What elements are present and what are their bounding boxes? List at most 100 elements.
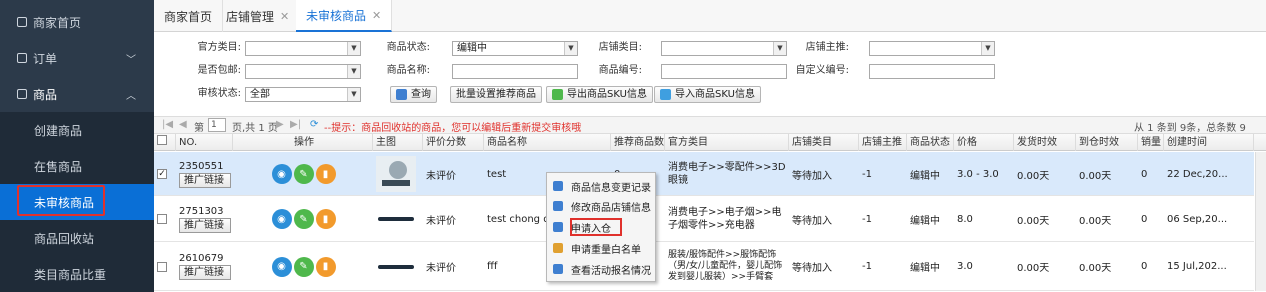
last-page-icon[interactable]: ▶| — [290, 119, 301, 130]
created-time: 15 Jul,202... — [1167, 261, 1227, 272]
button-label: 批量设置推荐商品 — [456, 89, 536, 100]
menu-item-edit-shop-info[interactable]: 修改商品店铺信息 — [547, 197, 655, 215]
official-category-select[interactable]: ▼ — [245, 41, 361, 56]
sidebar-item-create-goods[interactable]: 创建商品 — [0, 112, 154, 148]
official-category: 服装/服饰配件>>服饰配饰（男/女/儿童配件，婴儿配饰发到婴儿服装）>>手臂套 — [668, 250, 783, 282]
header-ops: 操作 — [233, 134, 373, 151]
row-checkbox[interactable]: ✓ — [157, 169, 167, 179]
goods-status-select[interactable]: 编辑中 ▼ — [452, 41, 578, 56]
created-time: 22 Dec,20... — [1167, 168, 1228, 180]
prev-page-icon[interactable]: ◀ — [179, 119, 187, 130]
sidebar-item-orders[interactable]: 订单 ﹀ — [0, 40, 154, 76]
page-total: 页,共 1 页 — [232, 123, 278, 134]
menu-item-label: 查看活动报名情况 — [571, 265, 651, 277]
header-price: 价格 — [954, 134, 1014, 151]
tab-merchant-home[interactable]: 商家首页 — [154, 0, 224, 32]
goods-no-input[interactable] — [661, 64, 787, 79]
batch-recommend-button[interactable]: 批量设置推荐商品 — [450, 86, 542, 103]
free-shipping-select[interactable]: ▼ — [245, 64, 361, 79]
edit-icon[interactable]: ✎ — [293, 256, 314, 277]
chevron-down-icon: ﹀ — [126, 54, 136, 66]
row-checkbox[interactable] — [157, 214, 167, 224]
score: 未评价 — [426, 263, 456, 274]
promo-link-button[interactable]: 推广链接 — [179, 172, 231, 188]
table-header: NO. 操作 主图 评价分数 商品名称 推荐商品数 官方类目 店铺类目 店铺主推… — [154, 134, 1266, 151]
table-row[interactable]: 2610679 推广链接 ◉ ✎ ▮ 未评价 fff 服装/服饰配件>>服饰配饰… — [154, 242, 1254, 291]
custom-no-label: 自定义编号: — [795, 65, 849, 76]
promo-link-button[interactable]: 推广链接 — [179, 265, 231, 280]
chevron-down-icon: ▼ — [347, 65, 360, 78]
vertical-scrollbar[interactable] — [1255, 152, 1266, 291]
sales: 0 — [1141, 213, 1148, 225]
sidebar-item-merchant-home[interactable]: 商家首页 — [0, 4, 154, 40]
sidebar-item-category-ratio[interactable]: 类目商品比重 — [0, 256, 154, 292]
header-checkbox-cell[interactable] — [154, 134, 176, 151]
menu-item-weight-whitelist[interactable]: 申请重量白名单 — [547, 239, 655, 257]
refresh-icon[interactable]: ⟳ — [310, 119, 318, 130]
tab-bar: 商家首页 店铺管理 ✕ 未审核商品 ✕ — [154, 0, 1266, 32]
whitelist-icon — [553, 243, 563, 253]
goods-no: 2610679 — [179, 253, 224, 264]
menu-item-change-log[interactable]: 商品信息变更记录 — [547, 177, 655, 195]
goods-status: 编辑中 — [910, 263, 940, 274]
edit-icon[interactable]: ✎ — [293, 164, 314, 184]
product-thumbnail — [378, 217, 414, 221]
shop-category-label: 店铺类目: — [598, 42, 642, 53]
select-all-checkbox[interactable] — [157, 135, 167, 145]
goods-no: 2350551 — [179, 160, 224, 172]
query-button[interactable]: 查询 — [390, 86, 437, 103]
promo-link-button[interactable]: 推广链接 — [179, 217, 231, 233]
pager: |◀ ◀ 第 1 页,共 1 页 ▶ ▶| ⟳ --提示：商品回收站的商品，您可… — [154, 116, 1266, 134]
sales: 0 — [1141, 261, 1148, 272]
tab-label: 商家首页 — [164, 9, 213, 24]
export-icon — [552, 89, 563, 100]
page-input[interactable]: 1 — [208, 118, 226, 132]
button-label: 查询 — [411, 89, 431, 100]
table-row[interactable]: ✓ 2350551 推广链接 ◉ ✎ ▮ 未评价 test 0 消费电子>>零配… — [154, 152, 1254, 196]
edit-icon[interactable]: ✎ — [293, 209, 314, 229]
export-sku-button[interactable]: 导出商品SKU信息 — [546, 86, 653, 103]
header-category: 官方类目 — [665, 134, 789, 151]
header-no: NO. — [176, 134, 233, 151]
chevron-down-icon: ▼ — [564, 42, 577, 55]
row-checkbox[interactable] — [157, 261, 167, 272]
custom-no-input[interactable] — [869, 64, 995, 79]
first-page-icon[interactable]: |◀ — [162, 119, 173, 130]
sidebar-item-recycle-bin[interactable]: 商品回收站 — [0, 220, 154, 256]
sidebar-item-on-sale[interactable]: 在售商品 — [0, 148, 154, 184]
view-icon[interactable]: ◉ — [271, 256, 292, 277]
delete-icon[interactable]: ▮ — [315, 256, 336, 277]
sales: 0 — [1141, 168, 1148, 180]
sidebar-item-label: 订单 — [33, 51, 58, 66]
review-status-select[interactable]: 全部 ▼ — [245, 87, 361, 102]
view-icon[interactable]: ◉ — [271, 164, 292, 184]
delete-icon[interactable]: ▮ — [315, 209, 336, 229]
table-row[interactable]: 2751303 推广链接 ◉ ✎ ▮ 未评价 test chong dian 消… — [154, 196, 1254, 242]
shop-recommend-select[interactable]: ▼ — [869, 41, 995, 56]
chevron-up-icon: ︿ — [126, 90, 136, 102]
header-arrive: 到仓时效 — [1076, 134, 1138, 151]
tab-label: 店铺管理 — [226, 9, 275, 24]
shop-category-select[interactable]: ▼ — [661, 41, 787, 56]
close-icon[interactable]: ✕ — [372, 9, 381, 22]
price: 3.0 — [957, 261, 973, 272]
tab-label: 未审核商品 — [306, 8, 367, 23]
menu-item-activity-signup[interactable]: 查看活动报名情况 — [547, 260, 655, 278]
next-page-icon[interactable]: ▶ — [276, 119, 284, 130]
goods-name-input[interactable] — [452, 64, 578, 79]
select-value: 编辑中 — [457, 43, 487, 54]
view-icon[interactable]: ◉ — [271, 209, 292, 229]
tab-unreviewed[interactable]: 未审核商品 ✕ — [296, 0, 393, 32]
shop-recommend-label: 店铺主推: — [805, 42, 849, 53]
tab-shop-manage[interactable]: 店铺管理 ✕ — [216, 0, 301, 32]
arrive-time: 0.00天 — [1079, 215, 1112, 227]
header-score: 评价分数 — [423, 134, 484, 151]
chevron-down-icon: ▼ — [773, 42, 786, 55]
import-sku-button[interactable]: 导入商品SKU信息 — [654, 86, 761, 103]
record-summary: 从 1 条到 9条，总条数 9 — [1134, 123, 1246, 134]
filter-panel: 官方类目: ▼ 商品状态: 编辑中 ▼ 店铺类目: ▼ 店铺主推: ▼ 是否包邮… — [154, 33, 1266, 109]
sidebar-item-goods[interactable]: 商品 ︿ — [0, 76, 154, 112]
delete-icon[interactable]: ▮ — [315, 164, 336, 184]
close-icon[interactable]: ✕ — [280, 10, 289, 23]
goods-no: 2751303 — [179, 205, 224, 217]
